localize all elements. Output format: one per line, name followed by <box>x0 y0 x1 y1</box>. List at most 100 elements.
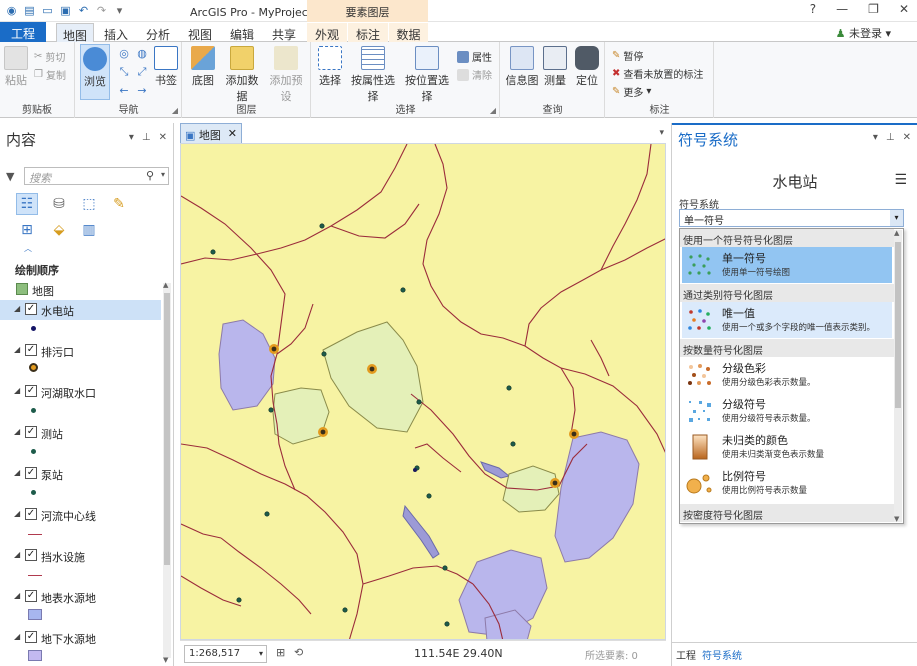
visibility-checkbox[interactable]: ✓ <box>25 508 37 520</box>
layer-node[interactable]: ◢ ✓ 地下水源地 <box>0 628 161 648</box>
visibility-checkbox[interactable]: ✓ <box>25 467 37 479</box>
tab-insert[interactable]: 插入 <box>100 23 132 42</box>
dropdown-scrollbar[interactable]: ▲ ▼ <box>894 229 902 523</box>
expand-arrow-icon[interactable]: ◢ <box>14 509 20 518</box>
explore-button[interactable]: 浏览 <box>80 44 110 100</box>
visibility-checkbox[interactable]: ✓ <box>25 590 37 602</box>
station-point[interactable] <box>236 597 242 603</box>
symbology-type-select[interactable]: 单一符号 ▾ <box>679 209 904 227</box>
layer-node[interactable]: ◢ ✓ 河流中心线 <box>0 505 161 525</box>
option-graduated-colors[interactable]: 分级色彩 使用分级色彩表示数量。 <box>682 357 892 393</box>
close-icon[interactable]: ✕ <box>228 127 237 140</box>
bookmarks-button[interactable]: 书签 <box>152 46 180 88</box>
select-by-location-button[interactable]: 按位置选择 <box>402 46 452 104</box>
paste-button[interactable]: 粘贴 <box>4 46 28 88</box>
layer-node[interactable]: ◢ ✓ 地表水源地 <box>0 587 161 607</box>
tab-appearance[interactable]: 外观 <box>307 23 347 42</box>
refresh-icon[interactable]: ⟲ <box>294 646 303 659</box>
contents-search-input[interactable]: 搜索 ⚲ ▾ <box>24 167 169 185</box>
layer-node[interactable]: ◢ ✓ 挡水设施 <box>0 546 161 566</box>
zoom-layer-icon[interactable]: ◍ <box>134 45 150 61</box>
snapping-view-icon[interactable]: ⊞ <box>16 219 38 241</box>
option-proportional-symbols[interactable]: 比例符号 使用比例符号表示数量 <box>682 465 892 501</box>
measure-button[interactable]: 测量 <box>541 46 569 88</box>
tab-list-icon[interactable]: ▾ <box>659 128 664 138</box>
navigate-launcher-icon[interactable]: ◢ <box>172 106 178 115</box>
station-point[interactable] <box>210 249 216 255</box>
layer-node[interactable]: ◢ ✓ 测站 <box>0 423 161 443</box>
clear-button[interactable]: 清除 <box>457 67 492 82</box>
station-point[interactable] <box>506 385 512 391</box>
customize-icon[interactable]: ▾ <box>112 3 127 18</box>
expand-arrow-icon[interactable]: ◢ <box>14 550 20 559</box>
close-icon[interactable]: ✕ <box>159 132 167 143</box>
visibility-checkbox[interactable]: ✓ <box>25 385 37 397</box>
tab-share[interactable]: 共享 <box>268 23 300 42</box>
add-preset-button[interactable]: 添加预设 <box>265 46 307 104</box>
option-unclassed-colors[interactable]: 未归类的颜色 使用未归类渐变色表示数量 <box>682 429 892 465</box>
station-point[interactable] <box>342 607 348 613</box>
map-tab[interactable]: ▣ 地图 ✕ <box>180 123 242 143</box>
fixed-zoom-out-icon[interactable]: ⤢ <box>134 64 150 80</box>
select-by-attributes-button[interactable]: 按属性选择 <box>348 46 398 104</box>
station-point[interactable] <box>268 407 274 413</box>
option-graduated-symbols[interactable]: 分级符号 使用分级符号表示数量。 <box>682 393 892 429</box>
visibility-checkbox[interactable]: ✓ <box>25 344 37 356</box>
pane-options-icon[interactable]: ▾ <box>129 132 134 143</box>
scroll-thumb[interactable] <box>164 293 170 565</box>
close-icon[interactable]: ✕ <box>903 132 911 143</box>
selection-launcher-icon[interactable]: ◢ <box>490 106 496 115</box>
pin-icon[interactable]: ⊥ <box>886 132 895 143</box>
map-node[interactable]: 地图 <box>0 280 161 300</box>
basemap-button[interactable]: 底图 <box>189 46 217 88</box>
tab-edit[interactable]: 编辑 <box>226 23 258 42</box>
tab-project-pane[interactable]: 工程 <box>676 647 696 662</box>
more-button[interactable]: ✎ 更多 ▾ <box>612 84 651 99</box>
pane-options-icon[interactable]: ▾ <box>873 132 878 143</box>
expand-arrow-icon[interactable]: ◢ <box>14 632 20 641</box>
tab-project[interactable]: 工程 <box>0 22 46 42</box>
sign-in-status[interactable]: ♟ 未登录 ▾ <box>836 25 891 41</box>
outlet-marker[interactable] <box>367 364 377 374</box>
copy-button[interactable]: ❐ 复制 <box>34 67 66 82</box>
visibility-checkbox[interactable]: ✓ <box>25 303 37 315</box>
layer-node[interactable]: ◢ ✓ 泵站 <box>0 464 161 484</box>
expand-arrow-icon[interactable]: ◢ <box>14 468 20 477</box>
station-point[interactable] <box>444 621 450 627</box>
menu-icon[interactable]: ☰ <box>894 172 907 188</box>
scroll-up-icon[interactable]: ▲ <box>163 281 168 289</box>
minimize-icon[interactable]: — <box>836 2 848 16</box>
cut-button[interactable]: ✂ 剪切 <box>34 49 65 64</box>
scroll-thumb[interactable] <box>895 242 901 408</box>
station-point[interactable] <box>442 565 448 571</box>
grid-tool-icon[interactable]: ⊞ <box>276 646 285 659</box>
scroll-up-icon[interactable]: ▲ <box>894 229 899 237</box>
folder-icon[interactable]: ▭ <box>40 3 55 18</box>
select-button[interactable]: 选择 <box>318 46 342 88</box>
expand-arrow-icon[interactable]: ◢ <box>14 591 20 600</box>
outlet-marker[interactable] <box>269 344 279 354</box>
save-icon[interactable]: ▣ <box>58 3 73 18</box>
station-point[interactable] <box>400 287 406 293</box>
station-point[interactable] <box>510 441 516 447</box>
expand-arrow-icon[interactable]: ◢ <box>14 386 20 395</box>
visibility-checkbox[interactable]: ✓ <box>25 426 37 438</box>
scale-selector[interactable]: 1:268,517 ▾ <box>184 645 267 663</box>
add-data-button[interactable]: 添加数据 <box>221 46 263 104</box>
contents-scrollbar[interactable]: ▲ ▼ <box>163 281 171 664</box>
editing-view-icon[interactable]: ✎ <box>108 193 130 215</box>
layer-node[interactable]: ◢ ✓ 水电站 <box>0 300 161 320</box>
chevron-down-icon[interactable]: ▾ <box>890 210 903 226</box>
outlet-marker[interactable] <box>550 478 560 488</box>
tab-labeling[interactable]: 标注 <box>348 23 388 42</box>
hydropower-point[interactable] <box>413 468 417 472</box>
full-extent-icon[interactable]: ◎ <box>116 45 132 61</box>
scroll-down-icon[interactable]: ▼ <box>894 515 899 523</box>
layer-node[interactable]: ◢ ✓ 排污口 <box>0 341 161 361</box>
chevron-down-icon[interactable]: ▾ <box>259 649 263 658</box>
map-drawing[interactable] <box>181 144 666 640</box>
station-point[interactable] <box>264 511 270 517</box>
outlet-marker[interactable] <box>569 429 579 439</box>
tab-data[interactable]: 数据 <box>389 23 428 42</box>
tab-symbology-pane[interactable]: 符号系统 <box>702 647 742 662</box>
